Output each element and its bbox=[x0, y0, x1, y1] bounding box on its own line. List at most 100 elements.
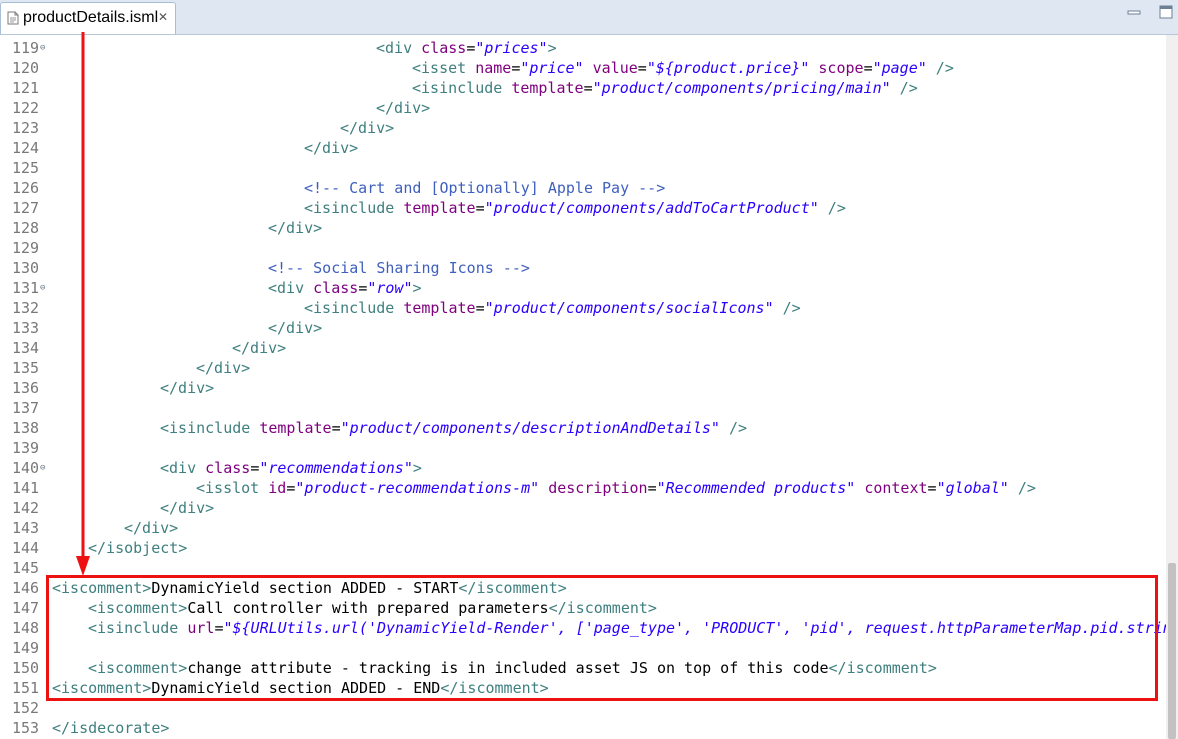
code-token: </div> bbox=[232, 339, 287, 357]
code-token: <isinclude bbox=[304, 299, 404, 317]
code-line[interactable]: <div class="recommendations"> bbox=[160, 458, 422, 478]
line-number: 126 bbox=[12, 179, 40, 197]
line-number: 137 bbox=[12, 399, 40, 417]
code-token: "Recommended products" bbox=[656, 479, 856, 497]
vertical-scrollbar[interactable] bbox=[1166, 35, 1178, 739]
line-number: 128 bbox=[12, 219, 40, 237]
line-number: 144 bbox=[12, 539, 40, 557]
code-line[interactable]: </div> bbox=[196, 358, 250, 378]
code-token: </isdecorate> bbox=[52, 719, 170, 737]
code-token: /> bbox=[818, 199, 846, 217]
code-token: </div> bbox=[196, 359, 251, 377]
code-token: class bbox=[313, 279, 359, 297]
code-token: "page" bbox=[872, 59, 927, 77]
code-line[interactable]: </div> bbox=[376, 98, 430, 118]
line-number: 135 bbox=[12, 359, 40, 377]
code-token: <isinclude bbox=[160, 419, 260, 437]
code-token: = bbox=[583, 79, 593, 97]
line-number: 134 bbox=[12, 339, 40, 357]
line-number: 125 bbox=[12, 159, 40, 177]
code-token: = bbox=[863, 59, 873, 77]
code-line[interactable]: </div> bbox=[340, 118, 394, 138]
code-line[interactable]: </div> bbox=[304, 138, 358, 158]
line-number: 120 bbox=[12, 59, 40, 77]
fold-toggle-icon[interactable]: ⊖ bbox=[40, 463, 45, 473]
code-token: </div> bbox=[124, 519, 179, 537]
code-token: template bbox=[403, 199, 476, 217]
code-token: template bbox=[511, 79, 584, 97]
code-line[interactable]: </div> bbox=[160, 498, 214, 518]
code-token: /> bbox=[890, 79, 918, 97]
line-number: 138 bbox=[12, 419, 40, 437]
code-token: <isinclude bbox=[412, 79, 512, 97]
line-number: 136 bbox=[12, 379, 40, 397]
code-line[interactable]: <div class="row"> bbox=[268, 278, 422, 298]
code-token: = bbox=[358, 279, 368, 297]
code-token: "global" bbox=[936, 479, 1009, 497]
line-number: 145 bbox=[12, 559, 40, 577]
window-controls bbox=[1120, 4, 1174, 28]
line-number: 152 bbox=[12, 699, 40, 717]
code-token: "product/components/socialIcons" bbox=[484, 299, 774, 317]
code-token: scope bbox=[818, 59, 864, 77]
fold-toggle-icon[interactable]: ⊖ bbox=[40, 283, 45, 293]
code-token: > bbox=[412, 459, 422, 477]
code-token: <isslot bbox=[196, 479, 269, 497]
code-line[interactable]: </isobject> bbox=[88, 538, 187, 558]
code-token: value bbox=[592, 59, 638, 77]
code-token: = bbox=[647, 479, 657, 497]
code-line[interactable]: </div> bbox=[268, 218, 322, 238]
code-token: = bbox=[250, 459, 260, 477]
code-token: > bbox=[547, 39, 557, 57]
code-line[interactable]: </div> bbox=[232, 338, 286, 358]
minimize-icon[interactable] bbox=[1126, 4, 1142, 20]
code-line[interactable]: <!-- Cart and [Optionally] Apple Pay --> bbox=[304, 178, 665, 198]
code-token: class bbox=[421, 39, 467, 57]
annotation-highlight-box bbox=[46, 575, 1158, 701]
code-line[interactable]: <isinclude template="product/components/… bbox=[160, 418, 747, 438]
code-line[interactable]: <isinclude template="product/components/… bbox=[304, 298, 801, 318]
line-number: 142 bbox=[12, 499, 40, 517]
line-number: 123 bbox=[12, 119, 40, 137]
line-number: 148 bbox=[12, 619, 40, 637]
line-number: 132 bbox=[12, 299, 40, 317]
code-line[interactable]: </isdecorate> bbox=[52, 718, 169, 738]
file-icon bbox=[7, 11, 19, 30]
code-line[interactable]: <isslot id="product-recommendations-m" d… bbox=[196, 478, 1036, 498]
line-number: 150 bbox=[12, 659, 40, 677]
code-line[interactable]: </div> bbox=[160, 378, 214, 398]
close-icon[interactable]: ✕ bbox=[158, 10, 168, 24]
code-line[interactable]: </div> bbox=[268, 318, 322, 338]
code-token: <isset bbox=[412, 59, 476, 77]
code-token: </div> bbox=[340, 119, 395, 137]
code-token: = bbox=[286, 479, 296, 497]
code-token: "recommendations" bbox=[259, 459, 413, 477]
code-token: id bbox=[268, 479, 287, 497]
code-line[interactable]: </div> bbox=[124, 518, 178, 538]
maximize-icon[interactable] bbox=[1158, 4, 1174, 20]
code-token: "product/components/addToCartProduct" bbox=[484, 199, 819, 217]
line-number: 139 bbox=[12, 439, 40, 457]
code-token: = bbox=[637, 59, 647, 77]
line-number: 149 bbox=[12, 639, 40, 657]
code-line[interactable]: <div class="prices"> bbox=[376, 38, 557, 58]
code-token: context bbox=[864, 479, 928, 497]
fold-toggle-icon[interactable]: ⊖ bbox=[40, 43, 45, 53]
code-token: <div bbox=[160, 459, 206, 477]
code-line[interactable]: <isinclude template="product/components/… bbox=[412, 78, 918, 98]
scroll-thumb[interactable] bbox=[1168, 563, 1176, 739]
code-line[interactable]: <!-- Social Sharing Icons --> bbox=[268, 258, 530, 278]
code-line[interactable]: <isset name="price" value="${product.pri… bbox=[412, 58, 954, 78]
code-line[interactable]: <isinclude template="product/components/… bbox=[304, 198, 846, 218]
line-number: 121 bbox=[12, 79, 40, 97]
code-token: <!-- Cart and [Optionally] Apple Pay --> bbox=[304, 179, 666, 197]
line-number: 147 bbox=[12, 599, 40, 617]
code-token: template bbox=[259, 419, 332, 437]
code-token: = bbox=[475, 199, 485, 217]
line-number: 133 bbox=[12, 319, 40, 337]
code-token: </div> bbox=[268, 319, 323, 337]
code-token: /> bbox=[926, 59, 954, 77]
